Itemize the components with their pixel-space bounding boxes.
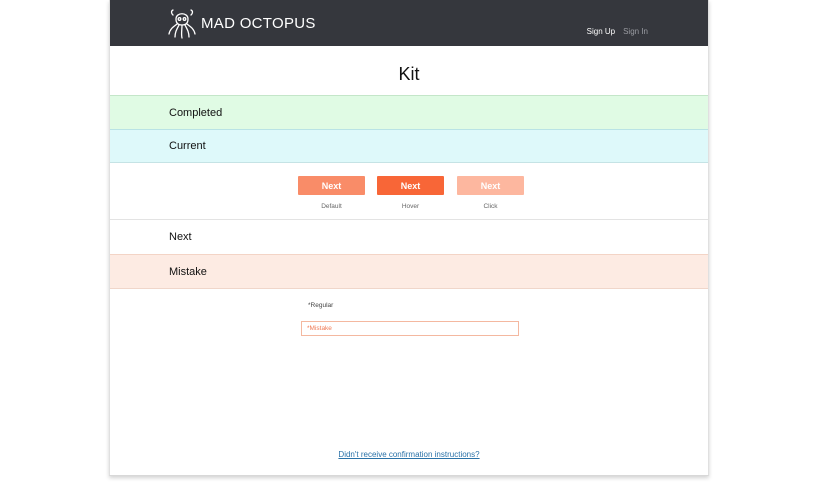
brand-logo[interactable]: MAD OCTOPUS <box>167 7 316 39</box>
button-caption-default: Default <box>321 203 342 210</box>
next-button-default[interactable]: Next <box>298 176 365 195</box>
next-button-hover[interactable]: Next <box>377 176 444 195</box>
regular-field-label: *Regular <box>308 302 334 309</box>
octopus-icon <box>168 9 196 39</box>
button-caption-click: Click <box>483 203 498 210</box>
sign-up-link[interactable]: Sign Up <box>587 27 615 36</box>
state-band-mistake: Mistake <box>110 254 708 289</box>
button-default-group: Next Default <box>298 176 365 210</box>
state-label-mistake: Mistake <box>169 265 207 278</box>
auth-nav: Sign Up Sign In <box>587 27 648 36</box>
top-navigation-bar: MAD OCTOPUS Sign Up Sign In <box>110 0 708 46</box>
state-band-next: Next <box>110 219 708 254</box>
mistake-input[interactable] <box>301 321 519 336</box>
button-click-group: Next Click <box>457 176 524 210</box>
next-button-click[interactable]: Next <box>457 176 524 195</box>
button-states-row: Next Default Next Hover Next Click <box>110 176 708 216</box>
app-frame: MAD OCTOPUS Sign Up Sign In Kit Complete… <box>109 0 709 476</box>
confirmation-instructions-link[interactable]: Didn't receive confirmation instructions… <box>110 450 708 459</box>
sign-in-link[interactable]: Sign In <box>623 27 648 36</box>
button-caption-hover: Hover <box>401 203 420 210</box>
state-label-next: Next <box>169 231 192 243</box>
brand-name: MAD OCTOPUS <box>201 14 316 32</box>
state-label-completed: Completed <box>169 106 223 119</box>
button-hover-group: Next Hover <box>377 176 444 210</box>
state-label-current: Current <box>169 140 206 152</box>
page-title: Kit <box>398 64 420 84</box>
state-band-completed: Completed <box>110 95 708 129</box>
state-band-current: Current <box>110 129 708 163</box>
